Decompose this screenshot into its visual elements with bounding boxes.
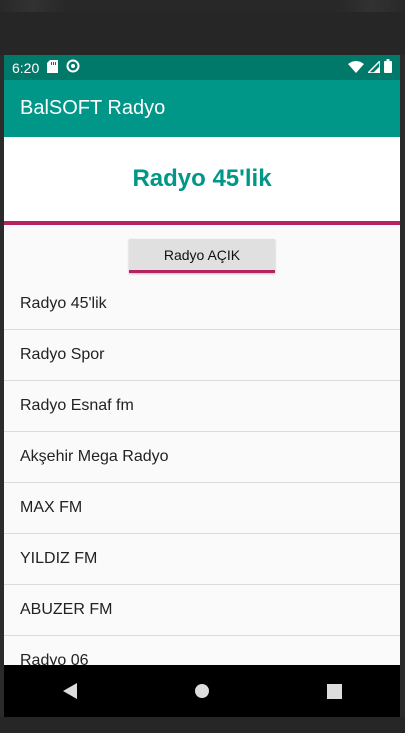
signal-icon [366, 58, 381, 76]
now-playing-header: Radyo 45'lik [4, 137, 400, 221]
station-list-item[interactable]: Akşehir Mega Radyo [4, 432, 400, 483]
station-title: Radyo 45'lik [132, 165, 272, 192]
back-icon[interactable] [55, 676, 85, 706]
radio-toggle-button[interactable]: Radyo AÇIK [129, 239, 275, 273]
station-list: Radyo 45'lik Radyo Spor Radyo Esnaf fm Akşe… [4, 279, 400, 687]
station-list-item[interactable]: ABUZER FM [4, 585, 400, 636]
station-list-item[interactable]: Radyo Spor [4, 330, 400, 381]
navigation-bar [4, 665, 400, 717]
app-screen: 6:20 BalSOFT Radyo Radyo 45'lik Radyo AÇ… [4, 55, 400, 717]
toggle-row: Radyo AÇIK [4, 225, 400, 279]
recents-icon[interactable] [319, 676, 349, 706]
station-list-item[interactable]: MAX FM [4, 483, 400, 534]
battery-icon [384, 59, 392, 76]
station-list-item[interactable]: Radyo Esnaf fm [4, 381, 400, 432]
station-list-item[interactable]: YILDIZ FM [4, 534, 400, 585]
app-bar: BalSOFT Radyo [4, 80, 400, 137]
device-bezel-top [0, 0, 405, 55]
device-bezel-bottom [0, 717, 405, 733]
clock: 6:20 [12, 59, 40, 76]
sd-card-icon [47, 59, 59, 76]
station-list-item[interactable]: Radyo 45'lik [4, 279, 400, 330]
status-bar: 6:20 [4, 55, 400, 80]
app-title: BalSOFT Radyo [20, 97, 166, 119]
wifi-icon [348, 60, 364, 76]
home-icon[interactable] [187, 676, 217, 706]
sync-icon [66, 59, 80, 76]
